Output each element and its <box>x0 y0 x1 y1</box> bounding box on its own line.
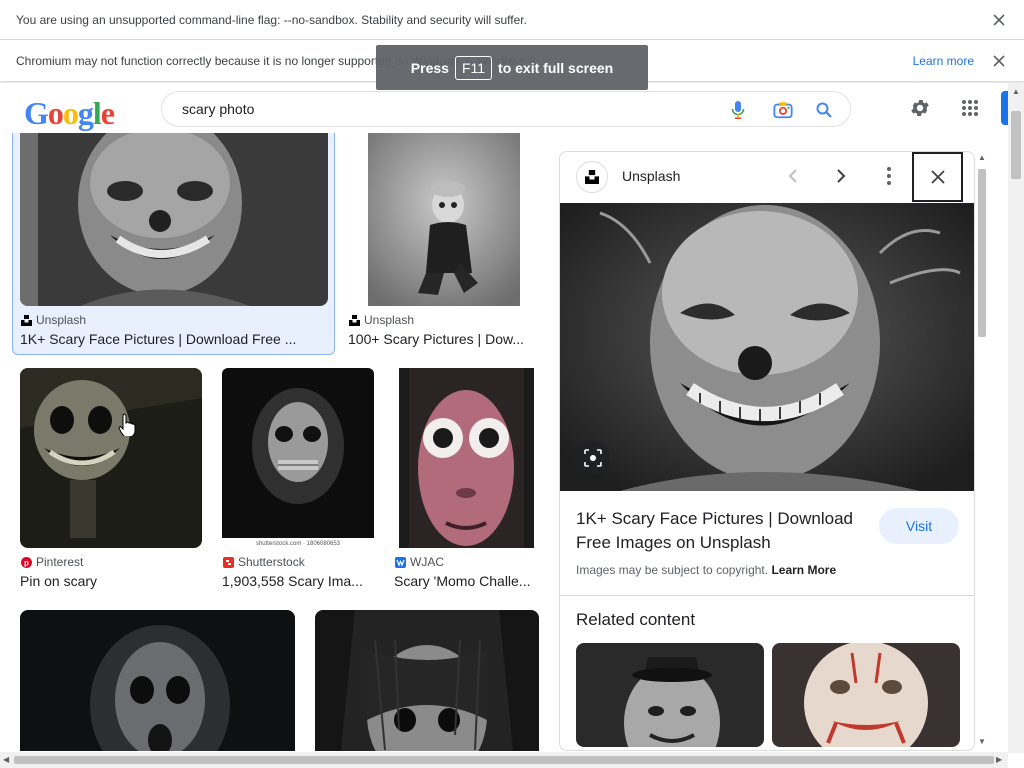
mouse-cursor <box>118 412 138 441</box>
result-source: p Pinterest <box>20 555 83 569</box>
divider <box>560 595 974 596</box>
search-box[interactable]: scary photo <box>161 91 851 127</box>
scroll-down-icon[interactable]: ▼ <box>978 737 986 746</box>
chevron-left-icon[interactable] <box>781 164 805 188</box>
sandbox-warning-text: You are using an unsupported command-lin… <box>16 12 527 27</box>
result-title[interactable]: Pin on scary <box>20 573 200 589</box>
related-content-heading: Related content <box>576 610 696 629</box>
vertical-scroll-thumb[interactable] <box>1011 111 1021 179</box>
result-source: Unsplash <box>20 313 86 327</box>
pinterest-icon: p <box>20 556 32 568</box>
logo-letter: o <box>47 95 64 131</box>
fullscreen-toast: Press F11 to exit full screen <box>376 45 648 90</box>
page-vertical-scrollbar[interactable]: ▲ <box>1008 83 1024 753</box>
wjac-icon <box>394 556 406 568</box>
result-image[interactable] <box>368 133 520 306</box>
logo-letter: l <box>92 95 102 131</box>
result-image[interactable] <box>399 368 534 548</box>
more-vert-icon[interactable] <box>877 164 901 188</box>
result-image[interactable] <box>20 368 202 548</box>
copyright-text: Images may be subject to copyright. <box>576 563 769 577</box>
toast-suffix: to exit full screen <box>498 59 614 76</box>
copyright-notice: Images may be subject to copyright. Lear… <box>576 563 836 577</box>
close-icon[interactable] <box>990 52 1008 70</box>
shutterstock-watermark: shutterstock.com · 1806080653 <box>256 541 341 547</box>
apps-grid-icon[interactable] <box>958 96 982 120</box>
logo-letter: g <box>77 95 94 131</box>
result-source-name: Shutterstock <box>238 555 305 569</box>
result-image[interactable] <box>20 133 328 306</box>
panel-scrollbar[interactable]: ▲ ▼ <box>975 151 989 751</box>
close-icon[interactable] <box>990 11 1008 29</box>
logo-letter: o <box>62 95 79 131</box>
gear-icon[interactable] <box>908 96 932 120</box>
panel-source-name[interactable]: Unsplash <box>622 168 680 184</box>
unsplash-icon <box>576 161 608 193</box>
panel-title[interactable]: 1K+ Scary Face Pictures | Download Free … <box>576 507 866 555</box>
image-preview-panel: Unsplash 1K+ Scary Face Pictures | Downl… <box>559 151 975 751</box>
panel-toolbar: Unsplash <box>560 152 974 202</box>
result-image[interactable] <box>315 610 539 751</box>
related-image[interactable] <box>576 643 764 747</box>
result-source: WJAC <box>394 555 444 569</box>
related-image[interactable] <box>772 643 960 747</box>
result-source: Shutterstock <box>222 555 305 569</box>
scroll-up-icon[interactable]: ▲ <box>978 153 986 162</box>
sandbox-warning-bar: You are using an unsupported command-lin… <box>0 0 1024 40</box>
result-source-name: Unsplash <box>364 313 415 327</box>
visit-button[interactable]: Visit <box>879 508 959 544</box>
preview-image[interactable] <box>560 203 974 491</box>
page-horizontal-scrollbar[interactable]: ◀ ▶ <box>0 752 1008 768</box>
learn-more-link[interactable]: Learn more <box>913 54 974 68</box>
result-source: Unsplash <box>348 313 414 327</box>
scroll-up-icon[interactable]: ▲ <box>1012 87 1020 96</box>
close-icon <box>930 170 945 184</box>
camera-lens-icon[interactable] <box>773 100 793 120</box>
toast-key: F11 <box>454 55 493 80</box>
shutterstock-icon <box>222 556 234 568</box>
result-source-name: Unsplash <box>36 313 87 327</box>
logo-letter: G <box>24 95 49 131</box>
copyright-learn-more-link[interactable]: Learn More <box>771 563 836 577</box>
result-image[interactable]: shutterstock.com · 1806080653 <box>222 368 374 548</box>
close-panel-button[interactable] <box>912 152 963 202</box>
result-source-name: Pinterest <box>36 555 84 569</box>
search-header: Google scary photo <box>0 83 1009 133</box>
horizontal-scroll-thumb[interactable] <box>14 756 994 764</box>
toast-press: Press <box>410 59 449 76</box>
svg-text:p: p <box>24 558 29 567</box>
unsplash-icon <box>348 314 360 326</box>
panel-scroll-thumb[interactable] <box>978 169 986 337</box>
search-icon[interactable] <box>814 100 834 120</box>
lens-search-icon[interactable] <box>576 441 610 475</box>
chevron-right-icon[interactable] <box>829 164 853 188</box>
result-source-name: WJAC <box>410 555 444 569</box>
image-results-grid: Unsplash 1K+ Scary Face Pictures | Downl… <box>0 133 550 751</box>
google-logo[interactable]: Google <box>24 95 115 132</box>
scroll-left-icon[interactable]: ◀ <box>3 755 9 764</box>
result-image[interactable] <box>20 610 295 751</box>
result-title[interactable]: 1,903,558 Scary Ima... <box>222 573 374 589</box>
scroll-right-icon[interactable]: ▶ <box>996 755 1002 764</box>
unsplash-icon <box>20 314 32 326</box>
search-input[interactable]: scary photo <box>182 101 254 117</box>
logo-letter: e <box>100 95 115 131</box>
microphone-icon[interactable] <box>728 100 748 120</box>
result-title[interactable]: 1K+ Scary Face Pictures | Download Free … <box>20 331 320 347</box>
result-title[interactable]: Scary 'Momo Challe... <box>394 573 534 589</box>
result-title[interactable]: 100+ Scary Pictures | Dow... <box>348 331 528 347</box>
